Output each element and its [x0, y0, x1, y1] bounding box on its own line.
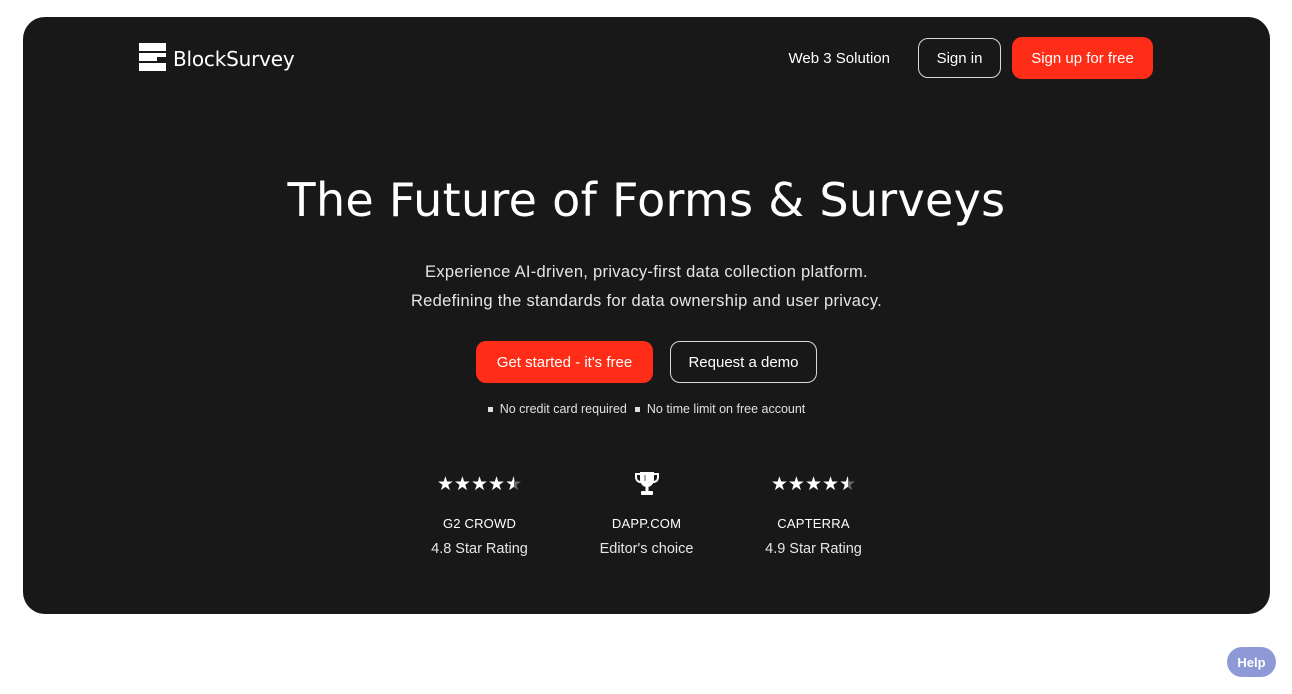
rating-g2-crowd: ★ ★ ★ ★ ★ ★ G2 CROWD 4.8 Star Rating: [420, 472, 540, 558]
cta-row: Get started - it's free Request a demo: [23, 341, 1270, 383]
hero-subtitle-line2: Redefining the standards for data owners…: [410, 292, 883, 310]
note-no-time-limit: No time limit on free account: [634, 402, 806, 416]
trophy-icon-wrap: [634, 472, 659, 496]
rating-value: 4.8 Star Rating: [431, 541, 528, 557]
request-demo-button[interactable]: Request a demo: [670, 341, 817, 383]
rating-source: G2 CROWD: [442, 516, 517, 531]
sign-in-button[interactable]: Sign in: [918, 38, 1001, 78]
hero-section: BlockSurvey Web 3 Solution Sign in Sign …: [23, 17, 1270, 614]
rating-value: Editor's choice: [599, 541, 694, 557]
square-bullet-icon: [487, 406, 493, 412]
blocksurvey-logo[interactable]: BlockSurvey: [139, 43, 295, 73]
note-text: No time limit on free account: [646, 402, 806, 416]
note-text: No credit card required: [499, 402, 627, 416]
rating-value: 4.9 Star Rating: [765, 541, 862, 557]
square-bullet-icon: [634, 406, 640, 412]
rating-capterra: ★ ★ ★ ★ ★ ★ CAPTERRA 4.9 Star Rating: [754, 472, 874, 558]
trophy-icon: [634, 472, 659, 495]
get-started-button[interactable]: Get started - it's free: [476, 341, 653, 383]
note-no-credit-card: No credit card required: [487, 402, 627, 416]
blocksurvey-logo-icon: [139, 43, 166, 71]
rating-source: CAPTERRA: [777, 516, 850, 531]
rating-dapp: DAPP.COM Editor's choice: [587, 472, 707, 557]
hero-title: The Future of Forms & Surveys: [287, 173, 1006, 227]
sign-up-button[interactable]: Sign up for free: [1012, 37, 1153, 79]
star-rating-icon: ★ ★ ★ ★ ★ ★: [770, 473, 857, 495]
top-nav: Web 3 Solution Sign in Sign up for free: [789, 37, 1153, 79]
ratings-row: ★ ★ ★ ★ ★ ★ G2 CROWD 4.8 Star Rating DAPP.CO…: [23, 472, 1270, 557]
cta-notes: No credit card required No time limit on…: [23, 402, 1270, 416]
star-rating-icon: ★ ★ ★ ★ ★ ★: [436, 473, 523, 495]
hero-subtitle-line1: Experience AI-driven, privacy-first data…: [425, 263, 868, 281]
rating-source: DAPP.COM: [611, 516, 682, 531]
help-button[interactable]: Help: [1227, 647, 1276, 677]
web3-solution-link[interactable]: Web 3 Solution: [789, 50, 890, 67]
logo-text: BlockSurvey: [173, 47, 295, 71]
